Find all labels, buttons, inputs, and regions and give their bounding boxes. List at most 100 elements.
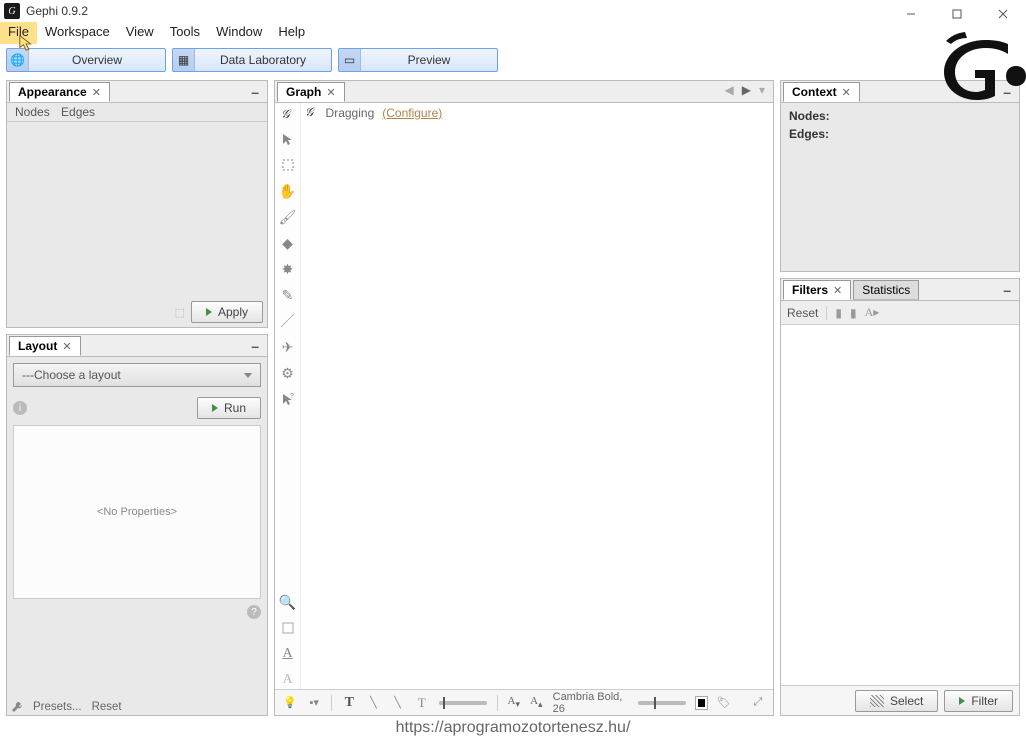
label-size-slider[interactable]	[638, 701, 686, 705]
font-size-down-icon[interactable]: A▾	[508, 695, 521, 710]
filter-label: Filter	[971, 694, 998, 708]
menu-help[interactable]: Help	[270, 22, 313, 44]
filter-button[interactable]: Filter	[944, 690, 1013, 712]
run-button[interactable]: Run	[197, 397, 261, 419]
graph-canvas[interactable]	[301, 103, 773, 689]
opacity-slider[interactable]	[439, 701, 487, 705]
appearance-edges-tab[interactable]: Edges	[57, 103, 99, 121]
select-button[interactable]: Select	[855, 690, 938, 712]
app-title: Gephi 0.9.2	[26, 4, 88, 18]
menu-view[interactable]: View	[118, 22, 162, 44]
maximize-button[interactable]	[934, 0, 980, 28]
link-icon[interactable]: ⬚	[175, 306, 185, 319]
panel-minimize-button[interactable]: –	[995, 280, 1019, 300]
layout-tab[interactable]: Layout ✕	[9, 336, 81, 356]
appearance-nodes-tab[interactable]: Nodes	[11, 103, 54, 121]
play-icon	[206, 308, 212, 316]
square-tool-icon[interactable]	[279, 619, 297, 637]
presets-link[interactable]: Presets...	[33, 701, 82, 713]
rect-select-tool-icon[interactable]	[279, 156, 297, 174]
menu-workspace[interactable]: Workspace	[37, 22, 118, 44]
bulb-icon[interactable]: 💡	[283, 695, 297, 711]
app-icon: G	[4, 3, 20, 19]
statistics-tab[interactable]: Statistics	[853, 280, 919, 300]
filters-tab-label: Filters	[792, 283, 828, 297]
apply-label: Apply	[218, 305, 248, 319]
appearance-tab[interactable]: Appearance ✕	[9, 82, 110, 102]
nav-prev-icon[interactable]: ◀	[725, 83, 734, 97]
graph-font-label[interactable]: Cambria Bold, 26	[553, 691, 628, 715]
menu-file[interactable]: File	[0, 22, 37, 44]
filter-group-alt-icon[interactable]: ▮	[850, 306, 857, 320]
graph-panel: Graph ✕ ◀ ▶ ▾ 𝒢 ✋ 🖌 ◆ ✸ ✎	[274, 80, 774, 716]
gephi-logo	[866, 30, 1026, 102]
line-alt-icon[interactable]: ╲	[391, 695, 405, 711]
layout-select[interactable]: ---Choose a layout	[13, 363, 261, 387]
tab-preview[interactable]: ▭ Preview	[338, 48, 498, 72]
close-icon[interactable]: ✕	[842, 86, 851, 99]
tab-overview-label: Overview	[29, 53, 165, 67]
magnifier-tool-icon[interactable]: 🔍	[279, 593, 297, 611]
workspace: Appearance ✕ – Nodes Edges ⬚ Apply	[0, 76, 1026, 716]
text-a-tool-icon[interactable]: A	[279, 645, 297, 663]
filter-text-icon[interactable]: A▸	[865, 305, 880, 320]
gear-tool-icon[interactable]: ⚙	[279, 364, 297, 382]
svg-text:?: ?	[290, 393, 294, 400]
context-tab[interactable]: Context ✕	[783, 82, 860, 102]
edge-tool-icon[interactable]: ／	[279, 312, 297, 330]
minimize-button[interactable]	[888, 0, 934, 28]
attributes-icon[interactable]: 🏷	[717, 695, 731, 711]
play-icon	[959, 697, 965, 705]
close-button[interactable]	[980, 0, 1026, 28]
close-icon[interactable]: ✕	[326, 86, 335, 99]
context-tab-label: Context	[792, 85, 837, 99]
tab-datalab-label: Data Laboratory	[195, 53, 331, 67]
font-size-up-icon[interactable]: A▴	[530, 695, 543, 710]
text-icon[interactable]: T	[415, 695, 429, 711]
panel-minimize-button[interactable]: –	[243, 82, 267, 102]
splash-tool-icon[interactable]: ✸	[279, 260, 297, 278]
close-icon[interactable]: ✕	[92, 86, 101, 99]
brush-tool-icon[interactable]: 🖌	[279, 208, 297, 226]
configure-link[interactable]: (Configure)	[382, 106, 442, 120]
appearance-tab-label: Appearance	[18, 85, 87, 99]
expand-icon[interactable]: ⤢	[751, 695, 765, 711]
layout-panel: Layout ✕ – ---Choose a layout i Run <No …	[6, 334, 268, 716]
pointer-tool-icon[interactable]	[279, 130, 297, 148]
question-tool-icon[interactable]: ?	[279, 390, 297, 408]
diamond-tool-icon[interactable]: ◆	[279, 234, 297, 252]
text-bold-icon[interactable]: T	[342, 695, 356, 711]
hand-tool-icon[interactable]: ✋	[279, 182, 297, 200]
apply-button[interactable]: Apply	[191, 301, 263, 323]
menu-window[interactable]: Window	[208, 22, 270, 44]
close-icon[interactable]: ✕	[833, 284, 842, 297]
context-edges-label: Edges:	[789, 127, 1011, 141]
panel-minimize-button[interactable]: –	[243, 336, 267, 356]
filters-reset-link[interactable]: Reset	[787, 306, 818, 320]
globe-icon: 🌐	[10, 53, 25, 67]
camera-icon[interactable]: ▪▾	[307, 695, 321, 711]
info-icon[interactable]: i	[13, 401, 27, 415]
right-column: Context ✕ – Nodes: Edges: Filters ✕ Stat…	[780, 80, 1020, 716]
statistics-tab-label: Statistics	[862, 283, 910, 297]
airplane-tool-icon[interactable]: ✈	[279, 338, 297, 356]
color-swatch[interactable]	[696, 697, 707, 709]
filter-group-icon[interactable]: ▮	[835, 306, 842, 320]
line-icon[interactable]: ╲	[366, 695, 380, 711]
reset-link[interactable]: Reset	[92, 701, 122, 713]
filters-tab[interactable]: Filters ✕	[783, 280, 851, 300]
appearance-subtabs: Nodes Edges	[7, 103, 267, 122]
graph-tab[interactable]: Graph ✕	[277, 82, 345, 102]
tab-preview-label: Preview	[361, 53, 497, 67]
help-icon[interactable]: ?	[247, 605, 261, 619]
nav-dropdown-icon[interactable]: ▾	[759, 83, 765, 97]
text-a-small-tool-icon[interactable]: A	[279, 671, 297, 689]
menu-tools[interactable]: Tools	[162, 22, 208, 44]
nav-next-icon[interactable]: ▶	[742, 83, 751, 97]
pen-tool-icon[interactable]: ✎	[279, 286, 297, 304]
preview-icon: ▭	[344, 53, 355, 67]
gephi-mini-logo-icon: 𝒢	[281, 107, 290, 122]
tab-data-laboratory[interactable]: ▦ Data Laboratory	[172, 48, 332, 72]
close-icon[interactable]: ✕	[62, 340, 71, 353]
tab-overview[interactable]: 🌐 Overview	[6, 48, 166, 72]
